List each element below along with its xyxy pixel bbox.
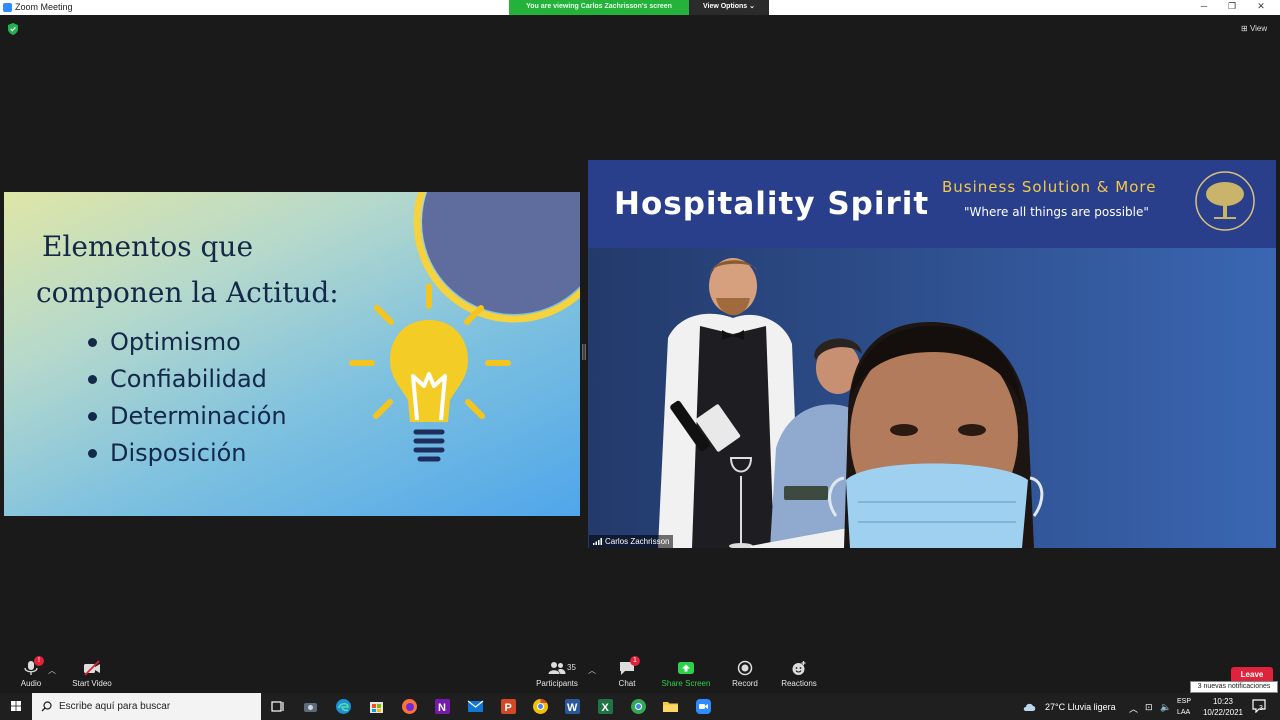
brand-quote: "Where all things are possible" <box>964 205 1149 219</box>
window-title: Zoom Meeting <box>15 2 73 12</box>
zoom-app-icon <box>3 3 12 12</box>
svg-text:P: P <box>505 702 512 714</box>
windows-start-icon[interactable] <box>0 693 32 720</box>
signal-strength-icon <box>593 538 602 546</box>
participants-label: Participants <box>536 679 578 688</box>
tree-logo-icon <box>1195 171 1255 231</box>
splitter-handle[interactable] <box>582 344 586 360</box>
slide-title: Elementos que componen la Actitud: <box>36 224 339 316</box>
edge-browser-icon[interactable] <box>335 698 352 715</box>
notification-count: 3 <box>1259 705 1263 712</box>
record-label: Record <box>732 679 758 688</box>
encryption-shield-icon[interactable] <box>8 23 18 35</box>
chrome-icon[interactable] <box>532 698 549 715</box>
participant-video-tile[interactable]: Hospitality Spirit Business Solution & M… <box>588 160 1276 548</box>
participants-options-caret-icon[interactable]: ︿ <box>588 665 596 676</box>
clock-date: 10/22/2021 <box>1202 708 1244 717</box>
share-screen-button[interactable]: Share Screen <box>658 652 714 692</box>
view-label: View <box>1249 24 1268 33</box>
slide-title-line-1: Elementos que <box>42 230 254 263</box>
chat-bubble-icon: 1 <box>618 656 640 676</box>
zoom-taskbar-icon[interactable] <box>695 698 712 715</box>
reactions-label: Reactions <box>781 679 817 688</box>
firefox-icon[interactable] <box>401 698 418 715</box>
file-explorer-icon[interactable] <box>662 698 679 715</box>
volume-icon[interactable]: 🔈 <box>1160 702 1171 713</box>
share-screen-icon <box>677 660 695 676</box>
svg-text:X: X <box>602 702 610 714</box>
grid-icon: ⊞ <box>1241 24 1248 33</box>
chat-label: Chat <box>618 679 636 688</box>
chevron-down-icon: ⌄ <box>749 3 756 10</box>
audio-label: Audio <box>20 679 42 688</box>
chat-unread-badge: 1 <box>630 656 640 666</box>
taskbar-clock[interactable]: 10:23 10/22/2021 <box>1198 696 1248 718</box>
camera-feed-image <box>588 248 1276 548</box>
share-screen-label: Share Screen <box>661 679 711 688</box>
notification-tooltip: 3 nuevas notificaciones <box>1190 681 1278 693</box>
shared-screen-slide: Elementos que componen la Actitud: Optim… <box>4 192 580 516</box>
input-language-indicator[interactable]: ESP LAA <box>1177 696 1191 718</box>
participant-name: Carlos Zachrisson <box>605 537 670 546</box>
task-view-icon[interactable] <box>269 698 286 715</box>
svg-text:W: W <box>567 702 578 714</box>
list-item: Determinación <box>88 400 287 437</box>
search-icon <box>41 701 52 712</box>
view-options-button[interactable]: View Options ⌄ <box>689 0 769 15</box>
brand-tagline: Business Solution & More <box>942 178 1157 196</box>
record-icon <box>736 660 754 676</box>
participants-icon <box>548 660 566 676</box>
lang-line-1: ESP <box>1177 698 1192 705</box>
microsoft-store-icon[interactable] <box>368 698 385 715</box>
powerpoint-icon[interactable]: P <box>500 698 517 715</box>
viewing-screen-banner: You are viewing Carlos Zachrisson's scre… <box>509 0 689 15</box>
start-video-button[interactable]: Start Video <box>68 652 116 692</box>
close-button[interactable]: ✕ <box>1251 1 1271 12</box>
microphone-icon: ! <box>22 656 44 676</box>
audio-button[interactable]: ! Audio <box>12 652 50 692</box>
participants-button[interactable]: Participants <box>532 652 582 692</box>
list-item: Optimismo <box>88 326 287 363</box>
mail-icon[interactable] <box>467 698 484 715</box>
maximize-button[interactable]: ❐ <box>1222 1 1242 12</box>
snipping-tool-icon[interactable] <box>302 698 319 715</box>
video-off-icon <box>83 660 101 676</box>
slide-title-line-2: componen la Actitud: <box>36 276 339 309</box>
smiley-plus-icon <box>790 660 808 676</box>
audio-options-caret-icon[interactable]: ︿ <box>48 665 56 676</box>
network-icon[interactable]: ⊡ <box>1145 702 1153 713</box>
participant-count: 35 <box>567 663 576 672</box>
minimize-button[interactable]: ─ <box>1194 1 1214 11</box>
virtual-background-banner: Hospitality Spirit Business Solution & M… <box>588 160 1276 248</box>
chat-button[interactable]: 1 Chat <box>608 652 646 692</box>
brand-name: Hospitality Spirit <box>614 186 930 222</box>
audio-alert-badge: ! <box>34 656 44 666</box>
windows-taskbar: Escribe aquí para buscar N P W X 27°C Ll… <box>0 693 1280 720</box>
clock-time: 10:23 <box>1212 697 1234 706</box>
participant-name-label: Carlos Zachrisson <box>589 535 674 548</box>
view-options-label: View Options <box>702 3 748 10</box>
excel-icon[interactable]: X <box>597 698 614 715</box>
zoom-window: Zoom Meeting ─ ❐ ✕ You are viewing Carlo… <box>0 0 1280 720</box>
chevron-up-icon[interactable]: ︿ <box>1129 702 1138 715</box>
search-placeholder: Escribe aquí para buscar <box>59 701 171 712</box>
taskbar-search-box[interactable]: Escribe aquí para buscar <box>32 693 261 720</box>
chrome-profile-icon[interactable] <box>630 698 647 715</box>
action-center-button[interactable]: 3 <box>1252 699 1266 714</box>
start-video-label: Start Video <box>72 679 112 688</box>
list-item: Disposición <box>88 437 287 474</box>
reactions-button[interactable]: Reactions <box>776 652 822 692</box>
weather-text[interactable]: 27°C Lluvia ligera <box>1045 702 1116 712</box>
view-button[interactable]: ⊞ View <box>1241 24 1267 33</box>
list-item: Confiabilidad <box>88 363 287 400</box>
record-button[interactable]: Record <box>726 652 764 692</box>
slide-bullet-list: Optimismo Confiabilidad Determinación Di… <box>88 326 287 474</box>
weather-cloud-icon[interactable] <box>1023 702 1037 712</box>
lang-line-2: LAA <box>1177 709 1191 716</box>
meeting-controls-bar: ! Audio ︿ Start Video Participants ︿ 1 C… <box>0 652 1280 693</box>
svg-text:N: N <box>438 702 446 714</box>
word-icon[interactable]: W <box>564 698 581 715</box>
onenote-icon[interactable]: N <box>434 698 451 715</box>
